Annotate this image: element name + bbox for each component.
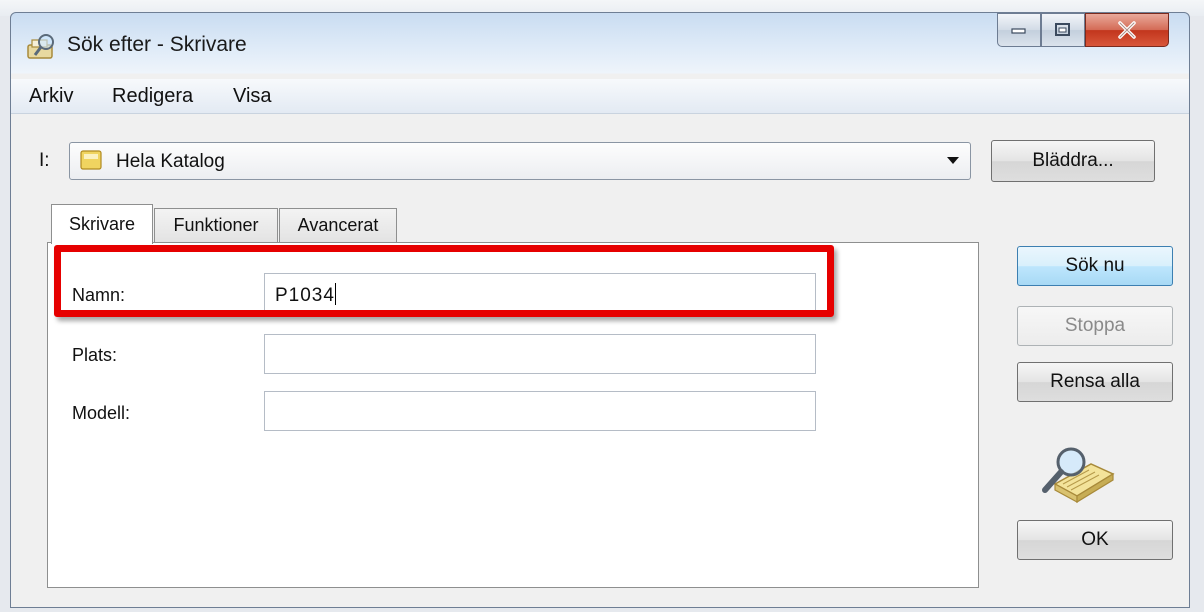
stop-button[interactable]: Stoppa xyxy=(1017,306,1173,346)
search-printer-icon xyxy=(27,34,54,59)
minimize-icon xyxy=(1011,28,1026,34)
location-field-label: Plats: xyxy=(72,345,118,365)
window-title: Sök efter - Skrivare xyxy=(67,33,247,56)
dialog-client-area: I: Hela Katalog Bläddra... Skrivare Funk… xyxy=(11,114,1189,607)
menu-item-arkiv[interactable]: Arkiv xyxy=(29,85,73,108)
clear-all-button[interactable]: Rensa alla xyxy=(1017,362,1173,402)
search-magnifier-art xyxy=(1042,447,1115,504)
menu-item-redigera[interactable]: Redigera xyxy=(112,85,193,108)
ok-button[interactable]: OK xyxy=(1017,520,1173,560)
search-now-button[interactable]: Sök nu xyxy=(1017,246,1173,286)
title-bar[interactable]: Sök efter - Skrivare xyxy=(11,13,1189,79)
name-field-value: P1034 xyxy=(275,285,335,306)
tab-avancerat[interactable]: Avancerat xyxy=(279,208,397,242)
name-label: Namn: xyxy=(72,285,126,305)
minimize-button[interactable] xyxy=(997,13,1041,47)
text-caret xyxy=(334,283,336,305)
model-field[interactable] xyxy=(264,391,816,431)
close-button[interactable] xyxy=(1085,13,1169,47)
model-label: Modell: xyxy=(72,403,131,423)
tab-skrivare[interactable]: Skrivare xyxy=(51,204,153,244)
directory-icon xyxy=(80,150,102,170)
maximize-icon xyxy=(1055,23,1070,36)
search-printer-window: Sök efter - Skrivare Arkiv Redigera Visa… xyxy=(10,12,1190,608)
location-value: Hela Katalog xyxy=(116,151,225,172)
location-combobox[interactable]: Hela Katalog xyxy=(69,142,971,180)
tab-panel-skrivare: Namn: P1034 Plats: Modell: xyxy=(47,242,979,588)
location-field[interactable] xyxy=(264,334,816,374)
name-field[interactable]: P1034 xyxy=(264,273,816,313)
maximize-button[interactable] xyxy=(1041,13,1085,47)
tab-funktioner[interactable]: Funktioner xyxy=(154,208,278,242)
close-icon xyxy=(1118,21,1136,39)
menu-bar: Arkiv Redigera Visa xyxy=(11,79,1189,114)
chevron-down-icon[interactable] xyxy=(946,155,960,165)
browse-button[interactable]: Bläddra... xyxy=(991,140,1155,182)
menu-item-visa[interactable]: Visa xyxy=(233,85,272,108)
location-label: I: xyxy=(39,150,50,171)
